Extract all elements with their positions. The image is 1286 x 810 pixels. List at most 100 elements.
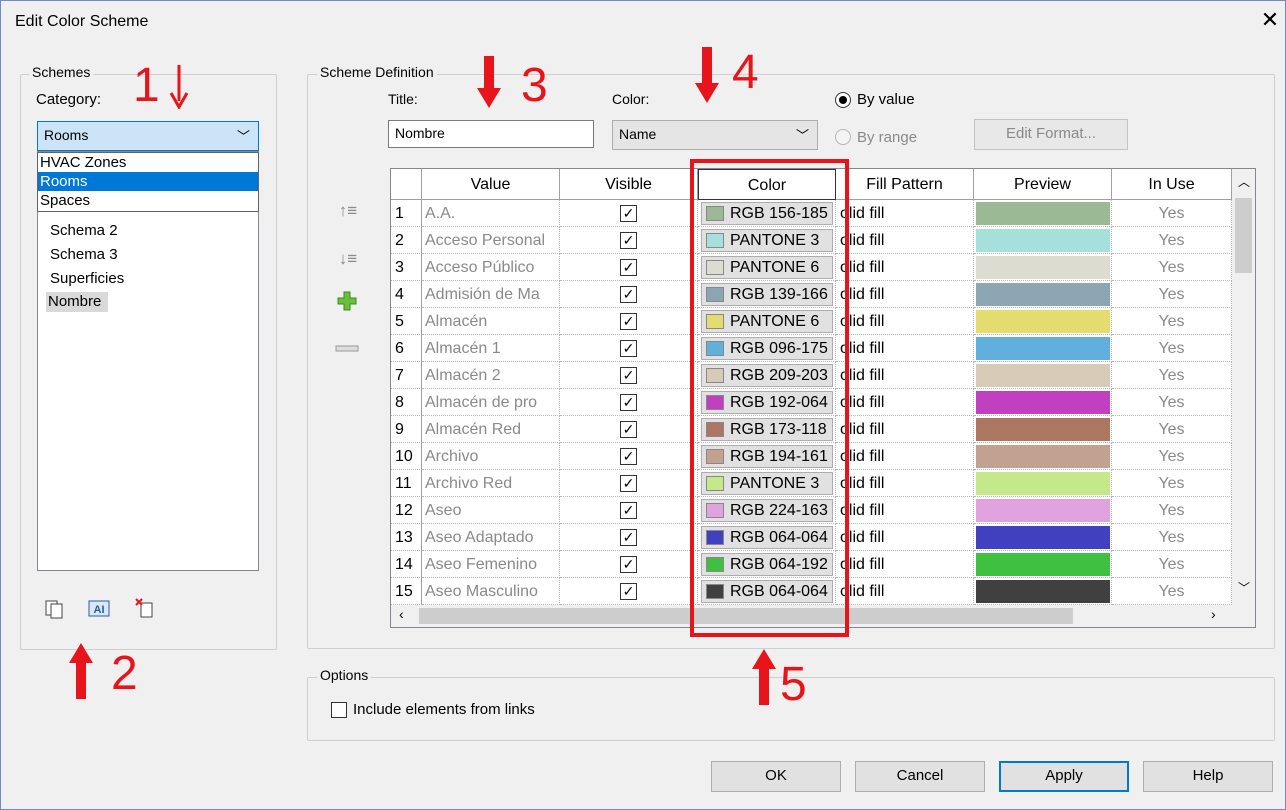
scroll-down-icon[interactable]: ﹀ [1238,579,1250,596]
edit-format-button[interactable]: Edit Format... [974,119,1128,150]
value-cell[interactable]: Archivo [422,443,560,470]
list-item[interactable]: Schema 2 [48,221,120,241]
fill-pattern-cell[interactable]: olid fill [836,362,974,389]
value-cell[interactable]: Aseo Masculino [422,578,560,605]
schemes-list[interactable]: Schema 2 Schema 3 Superficies Nombre [37,151,259,571]
options-group-label: Options [317,667,372,683]
fill-pattern-cell[interactable]: olid fill [836,443,974,470]
visible-checkbox[interactable]: ✓ [620,205,637,222]
fill-pattern-cell[interactable]: olid fill [836,227,974,254]
fill-pattern-cell[interactable]: olid fill [836,470,974,497]
column-header-in-use[interactable]: In Use [1112,169,1232,200]
list-item[interactable]: Schema 3 [48,245,120,265]
move-row-down-icon[interactable]: ↓≡ [334,249,362,269]
vertical-scrollbar[interactable]: ︿ ﹀ [1232,169,1255,605]
in-use-cell: Yes [1112,551,1232,578]
value-cell[interactable]: A.A. [422,200,560,227]
visible-checkbox[interactable]: ✓ [620,367,637,384]
fill-pattern-cell[interactable]: olid fill [836,497,974,524]
scroll-right-icon[interactable]: › [1211,606,1216,622]
visible-checkbox[interactable]: ✓ [620,583,637,600]
close-icon[interactable]: ✕ [1257,7,1283,33]
visible-checkbox[interactable]: ✓ [620,502,637,519]
dropdown-option-hvac-zones[interactable]: HVAC Zones [38,153,258,172]
visible-cell: ✓ [560,470,698,497]
preview-cell [974,578,1112,605]
preview-cell [974,254,1112,281]
column-header-fill-pattern[interactable]: Fill Pattern [836,169,974,200]
annotation-number-4: 4 [732,46,759,99]
fill-pattern-cell[interactable]: olid fill [836,281,974,308]
preview-cell [974,200,1112,227]
preview-swatch [976,526,1110,549]
dropdown-option-rooms[interactable]: Rooms [38,172,258,191]
visible-cell: ✓ [560,578,698,605]
column-header-value[interactable]: Value [422,169,560,200]
preview-cell [974,335,1112,362]
fill-pattern-cell[interactable]: olid fill [836,200,974,227]
visible-checkbox[interactable]: ✓ [620,340,637,357]
title-input[interactable]: Nombre [388,120,594,148]
category-select[interactable]: Rooms ﹀ [37,121,259,151]
visible-cell: ✓ [560,200,698,227]
scroll-thumb[interactable] [1235,198,1252,273]
fill-pattern-cell[interactable]: olid fill [836,308,974,335]
preview-swatch [976,391,1110,414]
dropdown-option-spaces[interactable]: Spaces [38,191,258,210]
value-cell[interactable]: Acceso Público [422,254,560,281]
help-button[interactable]: Help [1143,761,1273,792]
fill-pattern-cell[interactable]: olid fill [836,389,974,416]
by-range-radio[interactable] [835,129,851,145]
value-cell[interactable]: Acceso Personal [422,227,560,254]
delete-icon[interactable] [133,596,157,620]
value-cell[interactable]: Admisión de Ma [422,281,560,308]
visible-checkbox[interactable]: ✓ [620,313,637,330]
list-item-selected[interactable]: Nombre [46,292,108,312]
value-cell[interactable]: Almacén Red [422,416,560,443]
value-cell[interactable]: Aseo Adaptado [422,524,560,551]
list-item[interactable]: Superficies [48,269,126,289]
fill-pattern-cell[interactable]: olid fill [836,524,974,551]
value-cell[interactable]: Almacén de pro [422,389,560,416]
value-cell[interactable]: Archivo Red [422,470,560,497]
annotation-arrow-down-3 [475,54,503,114]
column-header-preview[interactable]: Preview [974,169,1112,200]
cancel-button[interactable]: Cancel [855,761,985,792]
add-value-icon[interactable] [335,289,359,313]
apply-button[interactable]: Apply [999,761,1129,792]
visible-checkbox[interactable]: ✓ [620,421,637,438]
ok-button[interactable]: OK [711,761,841,792]
value-cell[interactable]: Almacén 2 [422,362,560,389]
visible-checkbox[interactable]: ✓ [620,259,637,276]
value-cell[interactable]: Almacén 1 [422,335,560,362]
fill-pattern-cell[interactable]: olid fill [836,254,974,281]
column-header-visible[interactable]: Visible [560,169,698,200]
in-use-cell: Yes [1112,524,1232,551]
remove-value-icon[interactable] [335,341,359,352]
fill-pattern-cell[interactable]: olid fill [836,551,974,578]
visible-cell: ✓ [560,551,698,578]
visible-checkbox[interactable]: ✓ [620,448,637,465]
visible-checkbox[interactable]: ✓ [620,556,637,573]
visible-checkbox[interactable]: ✓ [620,394,637,411]
scroll-left-icon[interactable]: ‹ [399,606,404,622]
include-links-checkbox[interactable] [331,702,347,718]
value-cell[interactable]: Aseo Femenino [422,551,560,578]
row-number: 12 [391,497,422,524]
by-value-radio[interactable] [835,92,851,108]
visible-checkbox[interactable]: ✓ [620,232,637,249]
value-cell[interactable]: Almacén [422,308,560,335]
fill-pattern-cell[interactable]: olid fill [836,416,974,443]
visible-checkbox[interactable]: ✓ [620,286,637,303]
color-parameter-select[interactable]: Name ﹀ [612,120,818,150]
row-number: 1 [391,200,422,227]
value-cell[interactable]: Aseo [422,497,560,524]
fill-pattern-cell[interactable]: olid fill [836,578,974,605]
rename-icon[interactable]: AI [87,598,111,620]
visible-checkbox[interactable]: ✓ [620,529,637,546]
fill-pattern-cell[interactable]: olid fill [836,335,974,362]
move-row-up-icon[interactable]: ↑≡ [334,201,362,221]
scroll-up-icon[interactable]: ︿ [1238,173,1250,190]
visible-checkbox[interactable]: ✓ [620,475,637,492]
duplicate-icon[interactable] [43,598,65,620]
